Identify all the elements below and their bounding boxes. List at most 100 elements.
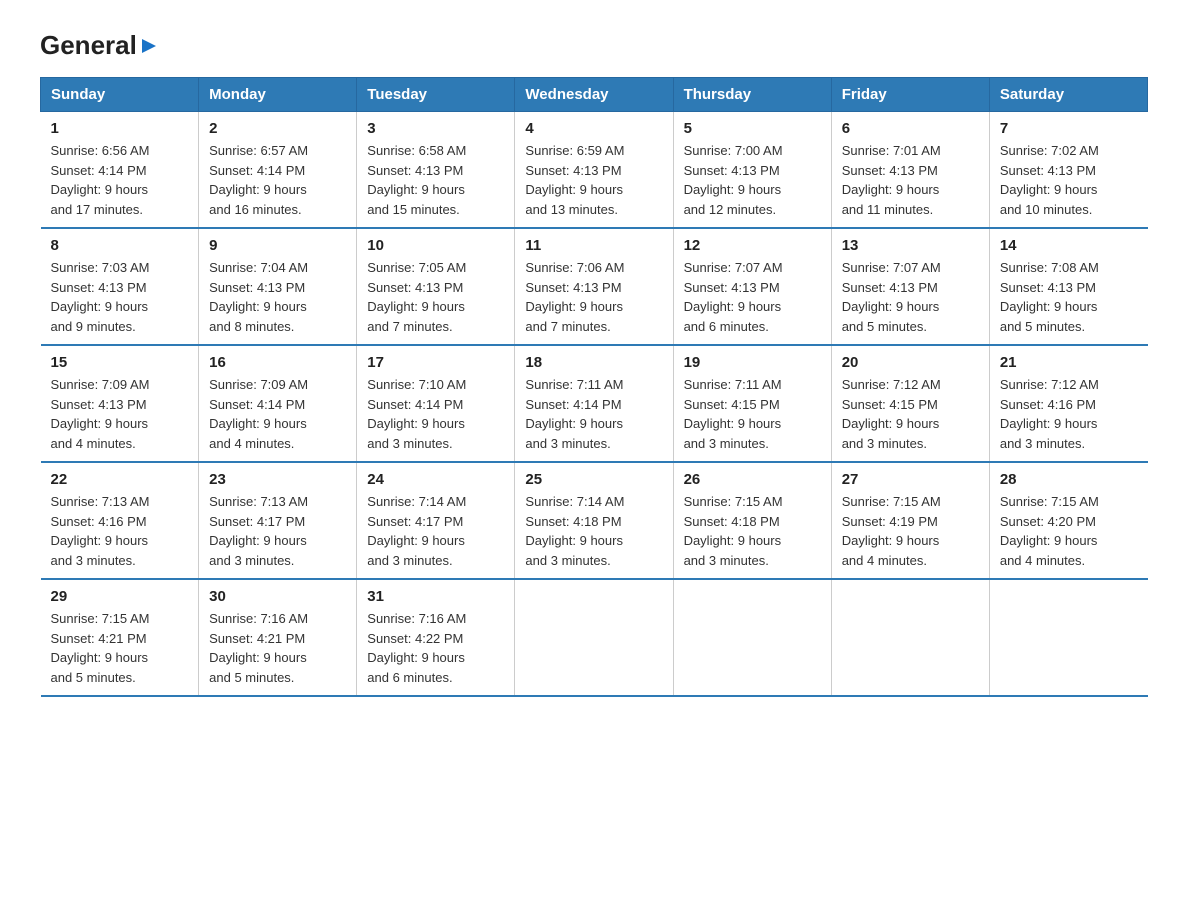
- day-number: 18: [525, 354, 662, 371]
- calendar-day-cell: 18 Sunrise: 7:11 AMSunset: 4:14 PMDaylig…: [515, 345, 673, 462]
- day-info: Sunrise: 7:02 AMSunset: 4:13 PMDaylight:…: [1000, 141, 1138, 219]
- day-number: 25: [525, 471, 662, 488]
- day-info: Sunrise: 7:07 AMSunset: 4:13 PMDaylight:…: [684, 258, 821, 336]
- day-number: 6: [842, 120, 979, 137]
- day-info: Sunrise: 7:13 AMSunset: 4:16 PMDaylight:…: [51, 492, 189, 570]
- calendar-day-cell: 11 Sunrise: 7:06 AMSunset: 4:13 PMDaylig…: [515, 228, 673, 345]
- calendar-day-cell: 23 Sunrise: 7:13 AMSunset: 4:17 PMDaylig…: [199, 462, 357, 579]
- day-number: 9: [209, 237, 346, 254]
- day-info: Sunrise: 7:15 AMSunset: 4:19 PMDaylight:…: [842, 492, 979, 570]
- calendar-day-cell: 9 Sunrise: 7:04 AMSunset: 4:13 PMDayligh…: [199, 228, 357, 345]
- calendar-day-cell: 28 Sunrise: 7:15 AMSunset: 4:20 PMDaylig…: [989, 462, 1147, 579]
- day-info: Sunrise: 7:12 AMSunset: 4:15 PMDaylight:…: [842, 375, 979, 453]
- day-number: 2: [209, 120, 346, 137]
- day-number: 30: [209, 588, 346, 605]
- col-sunday: Sunday: [41, 78, 199, 112]
- day-info: Sunrise: 7:00 AMSunset: 4:13 PMDaylight:…: [684, 141, 821, 219]
- day-info: Sunrise: 7:12 AMSunset: 4:16 PMDaylight:…: [1000, 375, 1138, 453]
- calendar-week-row: 22 Sunrise: 7:13 AMSunset: 4:16 PMDaylig…: [41, 462, 1148, 579]
- col-friday: Friday: [831, 78, 989, 112]
- day-info: Sunrise: 7:13 AMSunset: 4:17 PMDaylight:…: [209, 492, 346, 570]
- calendar-day-cell: 20 Sunrise: 7:12 AMSunset: 4:15 PMDaylig…: [831, 345, 989, 462]
- day-info: Sunrise: 7:01 AMSunset: 4:13 PMDaylight:…: [842, 141, 979, 219]
- calendar-day-cell: 12 Sunrise: 7:07 AMSunset: 4:13 PMDaylig…: [673, 228, 831, 345]
- page-header: General: [40, 30, 1148, 57]
- day-info: Sunrise: 7:16 AMSunset: 4:22 PMDaylight:…: [367, 609, 504, 687]
- day-info: Sunrise: 7:15 AMSunset: 4:18 PMDaylight:…: [684, 492, 821, 570]
- col-thursday: Thursday: [673, 78, 831, 112]
- calendar-week-row: 8 Sunrise: 7:03 AMSunset: 4:13 PMDayligh…: [41, 228, 1148, 345]
- calendar-day-cell: 4 Sunrise: 6:59 AMSunset: 4:13 PMDayligh…: [515, 112, 673, 229]
- day-number: 7: [1000, 120, 1138, 137]
- day-number: 31: [367, 588, 504, 605]
- calendar-day-cell: 30 Sunrise: 7:16 AMSunset: 4:21 PMDaylig…: [199, 579, 357, 696]
- calendar-day-cell: 24 Sunrise: 7:14 AMSunset: 4:17 PMDaylig…: [357, 462, 515, 579]
- day-info: Sunrise: 7:14 AMSunset: 4:17 PMDaylight:…: [367, 492, 504, 570]
- col-saturday: Saturday: [989, 78, 1147, 112]
- day-info: Sunrise: 7:09 AMSunset: 4:13 PMDaylight:…: [51, 375, 189, 453]
- day-number: 24: [367, 471, 504, 488]
- day-info: Sunrise: 6:58 AMSunset: 4:13 PMDaylight:…: [367, 141, 504, 219]
- day-number: 13: [842, 237, 979, 254]
- col-tuesday: Tuesday: [357, 78, 515, 112]
- calendar-day-cell: 25 Sunrise: 7:14 AMSunset: 4:18 PMDaylig…: [515, 462, 673, 579]
- day-info: Sunrise: 6:57 AMSunset: 4:14 PMDaylight:…: [209, 141, 346, 219]
- col-monday: Monday: [199, 78, 357, 112]
- col-wednesday: Wednesday: [515, 78, 673, 112]
- calendar-day-cell: 31 Sunrise: 7:16 AMSunset: 4:22 PMDaylig…: [357, 579, 515, 696]
- calendar-day-cell: 8 Sunrise: 7:03 AMSunset: 4:13 PMDayligh…: [41, 228, 199, 345]
- calendar-header-row: Sunday Monday Tuesday Wednesday Thursday…: [41, 78, 1148, 112]
- calendar-day-cell: 27 Sunrise: 7:15 AMSunset: 4:19 PMDaylig…: [831, 462, 989, 579]
- day-number: 20: [842, 354, 979, 371]
- day-number: 21: [1000, 354, 1138, 371]
- day-info: Sunrise: 7:04 AMSunset: 4:13 PMDaylight:…: [209, 258, 346, 336]
- day-number: 4: [525, 120, 662, 137]
- calendar-day-cell: 29 Sunrise: 7:15 AMSunset: 4:21 PMDaylig…: [41, 579, 199, 696]
- calendar-week-row: 1 Sunrise: 6:56 AMSunset: 4:14 PMDayligh…: [41, 112, 1148, 229]
- logo-text: General: [40, 30, 158, 61]
- day-info: Sunrise: 7:15 AMSunset: 4:21 PMDaylight:…: [51, 609, 189, 687]
- calendar-day-cell: 14 Sunrise: 7:08 AMSunset: 4:13 PMDaylig…: [989, 228, 1147, 345]
- day-number: 3: [367, 120, 504, 137]
- day-number: 28: [1000, 471, 1138, 488]
- day-number: 15: [51, 354, 189, 371]
- day-info: Sunrise: 7:10 AMSunset: 4:14 PMDaylight:…: [367, 375, 504, 453]
- day-info: Sunrise: 7:16 AMSunset: 4:21 PMDaylight:…: [209, 609, 346, 687]
- day-info: Sunrise: 7:15 AMSunset: 4:20 PMDaylight:…: [1000, 492, 1138, 570]
- day-number: 10: [367, 237, 504, 254]
- day-number: 27: [842, 471, 979, 488]
- day-info: Sunrise: 7:11 AMSunset: 4:15 PMDaylight:…: [684, 375, 821, 453]
- calendar-day-cell: 26 Sunrise: 7:15 AMSunset: 4:18 PMDaylig…: [673, 462, 831, 579]
- calendar-day-cell: [673, 579, 831, 696]
- day-number: 1: [51, 120, 189, 137]
- calendar-week-row: 29 Sunrise: 7:15 AMSunset: 4:21 PMDaylig…: [41, 579, 1148, 696]
- calendar-day-cell: [989, 579, 1147, 696]
- day-info: Sunrise: 7:08 AMSunset: 4:13 PMDaylight:…: [1000, 258, 1138, 336]
- calendar-day-cell: [831, 579, 989, 696]
- day-info: Sunrise: 7:05 AMSunset: 4:13 PMDaylight:…: [367, 258, 504, 336]
- day-info: Sunrise: 7:09 AMSunset: 4:14 PMDaylight:…: [209, 375, 346, 453]
- day-number: 26: [684, 471, 821, 488]
- day-number: 29: [51, 588, 189, 605]
- logo: General: [40, 30, 158, 57]
- calendar-day-cell: 6 Sunrise: 7:01 AMSunset: 4:13 PMDayligh…: [831, 112, 989, 229]
- day-number: 23: [209, 471, 346, 488]
- calendar-day-cell: 17 Sunrise: 7:10 AMSunset: 4:14 PMDaylig…: [357, 345, 515, 462]
- day-number: 5: [684, 120, 821, 137]
- calendar-day-cell: 10 Sunrise: 7:05 AMSunset: 4:13 PMDaylig…: [357, 228, 515, 345]
- day-number: 17: [367, 354, 504, 371]
- calendar-day-cell: 5 Sunrise: 7:00 AMSunset: 4:13 PMDayligh…: [673, 112, 831, 229]
- calendar-day-cell: 1 Sunrise: 6:56 AMSunset: 4:14 PMDayligh…: [41, 112, 199, 229]
- calendar-day-cell: 15 Sunrise: 7:09 AMSunset: 4:13 PMDaylig…: [41, 345, 199, 462]
- calendar-day-cell: 19 Sunrise: 7:11 AMSunset: 4:15 PMDaylig…: [673, 345, 831, 462]
- logo-general: General: [40, 30, 137, 61]
- calendar-day-cell: 16 Sunrise: 7:09 AMSunset: 4:14 PMDaylig…: [199, 345, 357, 462]
- day-number: 16: [209, 354, 346, 371]
- day-info: Sunrise: 7:03 AMSunset: 4:13 PMDaylight:…: [51, 258, 189, 336]
- day-info: Sunrise: 6:59 AMSunset: 4:13 PMDaylight:…: [525, 141, 662, 219]
- day-number: 19: [684, 354, 821, 371]
- calendar-week-row: 15 Sunrise: 7:09 AMSunset: 4:13 PMDaylig…: [41, 345, 1148, 462]
- logo-flag-icon: [140, 37, 158, 55]
- day-number: 11: [525, 237, 662, 254]
- day-number: 12: [684, 237, 821, 254]
